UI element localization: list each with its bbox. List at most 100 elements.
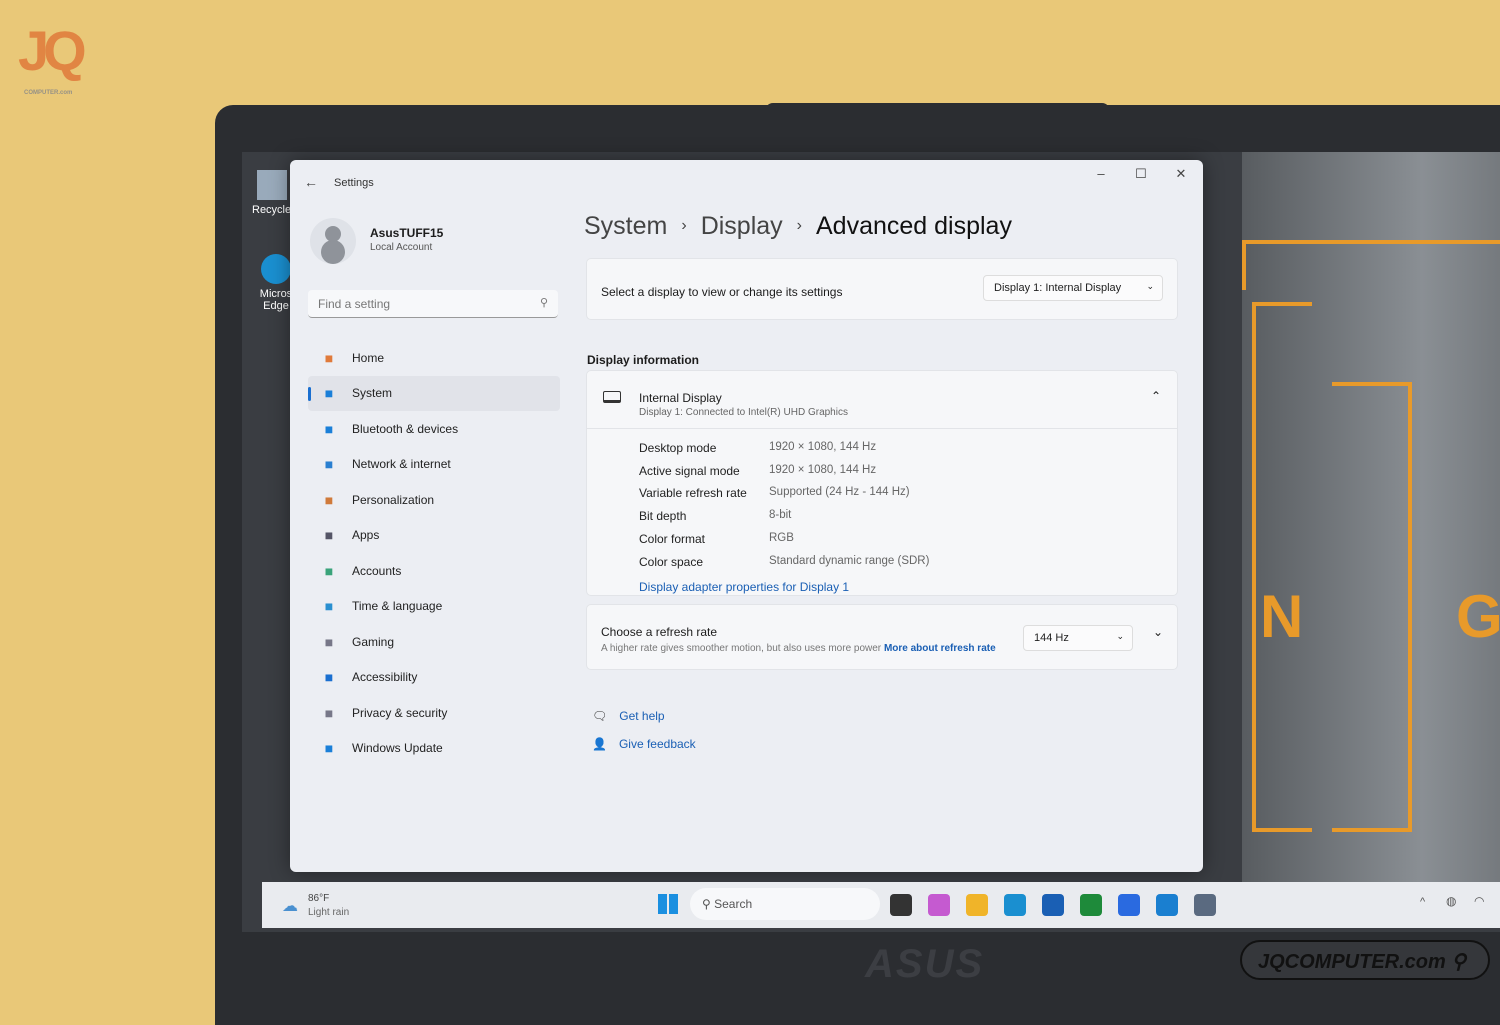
- sidebar-item-home[interactable]: ■ Home: [308, 340, 560, 376]
- info-value: RGB: [769, 531, 794, 544]
- weather-desc[interactable]: Light rain: [308, 907, 349, 918]
- refresh-desc: A higher rate gives smoother motion, but…: [601, 643, 996, 654]
- info-label: Active signal mode: [639, 463, 740, 478]
- sidebar-item-label: Accessibility: [352, 670, 418, 685]
- display-info-card: Internal Display Display 1: Connected to…: [586, 370, 1178, 596]
- sidebar-item-system[interactable]: ■ System: [308, 375, 560, 411]
- user-name: AsusTUFF15: [370, 226, 444, 240]
- wallpaper: N G: [1242, 152, 1500, 882]
- sidebar-item-gaming[interactable]: ■ Gaming: [308, 624, 560, 660]
- info-value: 1920 × 1080, 144 Hz: [769, 463, 877, 476]
- select-display-card: Select a display to view or change its s…: [586, 258, 1178, 320]
- accessibility-icon: ■: [324, 669, 334, 686]
- sidebar-item-label: Time & language: [352, 599, 443, 614]
- sidebar-item-network-internet[interactable]: ■ Network & internet: [308, 447, 560, 483]
- wallpaper-letter: N: [1260, 583, 1304, 650]
- apps-icon: ■: [324, 527, 334, 544]
- avatar: [310, 218, 356, 264]
- sidebar-item-label: Gaming: [352, 634, 395, 649]
- wifi-icon[interactable]: ◠: [1474, 894, 1484, 908]
- info-label: Desktop mode: [639, 441, 717, 455]
- minimize-button[interactable]: –: [1081, 166, 1121, 181]
- wifi-icon: ■: [324, 456, 334, 473]
- info-value: Standard dynamic range (SDR): [769, 554, 930, 567]
- watermark-logo: JQ COMPUTER.com: [18, 19, 87, 96]
- sidebar-item-label: Home: [352, 350, 385, 365]
- weather-icon: ☁: [282, 898, 298, 915]
- display-dropdown[interactable]: Display 1: Internal Display ⌄: [983, 275, 1163, 301]
- store-icon[interactable]: [1042, 894, 1064, 916]
- task-view-icon[interactable]: [890, 894, 912, 916]
- desktop-icon-recycle[interactable]: Recycle: [252, 170, 291, 216]
- sidebar-item-accessibility[interactable]: ■ Accessibility: [308, 660, 560, 696]
- start-button[interactable]: [658, 894, 678, 914]
- sidebar-item-time-language[interactable]: ■ Time & language: [308, 589, 560, 625]
- select-display-label: Select a display to view or change its s…: [601, 285, 843, 299]
- copilot-icon[interactable]: [928, 894, 950, 916]
- watermark-badge: JQCOMPUTER.com ⚲: [1240, 940, 1490, 980]
- display-name: Internal Display: [639, 391, 722, 405]
- search-input[interactable]: Find a setting ⚲: [308, 290, 558, 318]
- weather-temp[interactable]: 86°F: [308, 893, 329, 904]
- globe-icon: ■: [324, 598, 334, 615]
- back-arrow-icon[interactable]: ←: [304, 174, 318, 190]
- taskbar-search[interactable]: ⚲ Search: [690, 888, 880, 920]
- search-icon: ⚲: [539, 297, 548, 309]
- xbox-icon[interactable]: [1080, 894, 1102, 916]
- search-icon: ⚲: [702, 897, 715, 911]
- file-explorer-icon[interactable]: [966, 894, 988, 916]
- info-value: 8-bit: [769, 509, 792, 522]
- sidebar-item-label: Network & internet: [352, 457, 451, 472]
- update-icon: ■: [324, 740, 334, 757]
- settings-icon[interactable]: [1194, 894, 1216, 916]
- sidebar-item-label: Bluetooth & devices: [352, 421, 459, 436]
- sidebar-nav: ■ Home ■ System ■ Bluetooth & devices ■ Network…: [308, 340, 560, 766]
- recycle-bin-icon: [256, 170, 287, 200]
- display-subtitle: Display 1: Connected to Intel(R) UHD Gra…: [639, 407, 848, 418]
- get-help-link[interactable]: 🗨 Get help: [592, 709, 665, 723]
- breadcrumb: System › Display › Advanced display: [584, 212, 1012, 241]
- sidebar-item-apps[interactable]: ■ Apps: [308, 518, 560, 554]
- info-label: Color space: [639, 554, 704, 569]
- expand-chevron-icon[interactable]: ⌄: [1153, 625, 1163, 639]
- app-icon[interactable]: [1118, 894, 1140, 916]
- system-icon: ■: [324, 385, 334, 402]
- edge-icon: [261, 254, 291, 284]
- maximize-button[interactable]: ☐: [1121, 166, 1161, 182]
- sidebar-item-label: Windows Update: [352, 741, 443, 756]
- taskbar: ☁ 86°F Light rain ⚲ Search ^ ◍ ◠: [262, 882, 1500, 928]
- sidebar-item-bluetooth-devices[interactable]: ■ Bluetooth & devices: [308, 411, 560, 447]
- breadcrumb-system[interactable]: System: [584, 212, 667, 240]
- edge-icon[interactable]: [1004, 894, 1026, 916]
- accounts-icon: ■: [324, 562, 334, 579]
- adapter-properties-link[interactable]: Display adapter properties for Display 1: [639, 580, 849, 594]
- help-icon: 🗨: [592, 709, 608, 723]
- network-icon[interactable]: ◍: [1446, 894, 1456, 908]
- laptop-brand-logo: ASUS: [865, 942, 985, 986]
- account-type: Local Account: [370, 242, 433, 253]
- sidebar-item-personalization[interactable]: ■ Personalization: [308, 482, 560, 518]
- give-feedback-link[interactable]: 👤 Give feedback: [592, 737, 696, 751]
- bluetooth-icon: ■: [324, 420, 334, 437]
- info-value: 1920 × 1080, 144 Hz: [769, 441, 877, 453]
- sidebar-item-privacy-security[interactable]: ■ Privacy & security: [308, 695, 560, 731]
- more-about-refresh-link[interactable]: More about refresh rate: [884, 643, 996, 654]
- window-title: Settings: [334, 177, 374, 189]
- page-title: Advanced display: [816, 212, 1012, 240]
- sidebar-item-label: Privacy & security: [352, 705, 448, 720]
- sidebar-item-windows-update[interactable]: ■ Windows Update: [308, 731, 560, 767]
- outlook-icon[interactable]: [1156, 894, 1178, 916]
- chevron-up-icon[interactable]: ⌃: [1151, 389, 1161, 403]
- refresh-title: Choose a refresh rate: [601, 625, 718, 639]
- sidebar-item-accounts[interactable]: ■ Accounts: [308, 553, 560, 589]
- chevron-right-icon: ›: [796, 217, 802, 234]
- breadcrumb-display[interactable]: Display: [701, 212, 783, 240]
- chevron-up-icon[interactable]: ^: [1420, 896, 1425, 908]
- display-info-header[interactable]: Internal Display Display 1: Connected to…: [587, 371, 1177, 429]
- sidebar-item-label: Accounts: [352, 563, 402, 578]
- chevron-down-icon: ⌄: [1146, 281, 1154, 291]
- close-button[interactable]: ✕: [1161, 166, 1201, 182]
- gamepad-icon: ■: [324, 633, 334, 650]
- chevron-down-icon: ⌄: [1116, 631, 1124, 641]
- refresh-rate-dropdown[interactable]: 144 Hz ⌄: [1023, 625, 1133, 651]
